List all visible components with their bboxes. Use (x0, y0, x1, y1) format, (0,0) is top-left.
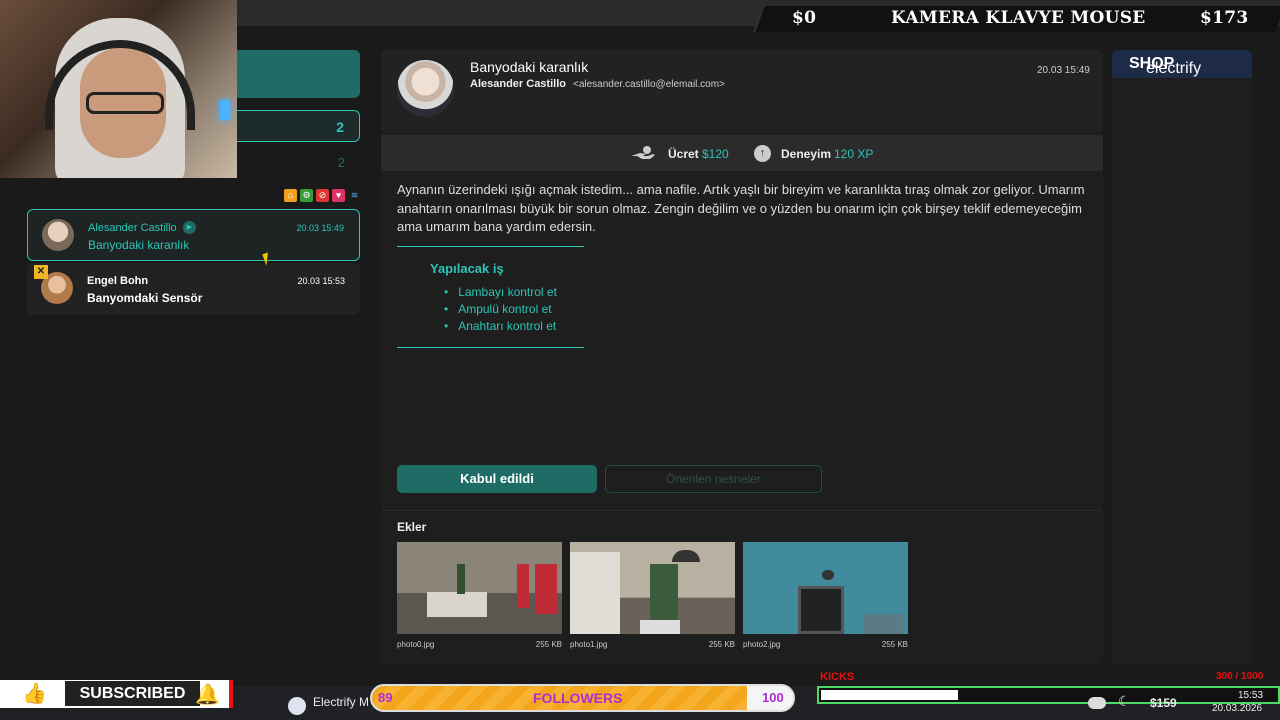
shop-logo[interactable]: electrify SHOP (1112, 50, 1252, 78)
todo-item: Ampulü kontrol et (444, 302, 557, 319)
divider (381, 510, 1103, 511)
moon-icon[interactable]: ☾ (1118, 693, 1131, 710)
fee-value: $120 (702, 147, 729, 161)
clock-date: 20.03.2026 (1212, 703, 1263, 714)
followers-label: FOLLOWERS (533, 690, 623, 706)
repair-flag-icon: ✕ (34, 265, 48, 279)
play-icon: ▶ (183, 221, 196, 234)
kicks-label: KICKS (820, 671, 855, 683)
clock-time: 15:53 (1238, 690, 1264, 701)
gear-icon: ⚙ (300, 189, 313, 202)
todo-item: Anahtarı kontrol et (444, 319, 557, 336)
mail-sender-address: <alesander.castillo@elemail.com> (573, 79, 725, 90)
inbox-secondary-card[interactable]: 2 (237, 147, 360, 177)
mail-item-subject: Banyomdaki Sensör (87, 291, 203, 305)
reward-bar (381, 135, 1103, 171)
mail-timestamp: 20.03 15:49 (1037, 65, 1090, 76)
fee-label: Ücret (668, 147, 699, 161)
secondary-count: 2 (337, 155, 345, 170)
unread-count: 2 (336, 119, 344, 135)
mail-list-item[interactable]: ✕ Engel Bohn Banyomdaki Sensör 20.03 15:… (27, 263, 360, 315)
attachment-size: 255 KB (881, 640, 908, 649)
thumbs-up-icon: 👍 (22, 683, 47, 705)
inbox-unread-card[interactable]: 2 (237, 110, 360, 142)
payment-hand-icon (631, 146, 655, 159)
mail-item-time: 20.03 15:49 (296, 223, 344, 233)
attachments-title: Ekler (397, 520, 427, 534)
home-icon: ⌂ (284, 189, 297, 202)
no-entry-icon: ⊘ (316, 189, 329, 202)
heart-icon: ♥ (332, 189, 345, 202)
toggle-icon[interactable] (1088, 697, 1106, 709)
kicks-count: 300 / 1000 (1216, 671, 1264, 682)
attachment-thumbnail[interactable] (743, 542, 908, 634)
taskbar-money: $159 (1150, 696, 1177, 710)
todo-divider-top (397, 246, 584, 247)
attachment-size: 255 KB (708, 640, 735, 649)
mail-item-sender: Engel Bohn (87, 275, 149, 287)
ticker-title: KAMERA KLAVYE MOUSE (891, 8, 1146, 28)
followers-current: 89 (378, 690, 393, 705)
accept-button[interactable]: Kabul edildi (397, 465, 597, 493)
ticker-right-amount: $173 (1200, 8, 1249, 28)
shop-logo-text: electrify (1146, 60, 1202, 77)
todo-item: Lambayı kontrol et (444, 285, 557, 302)
suggested-items-button[interactable]: Önerilen nesneler (605, 465, 822, 493)
attachment-thumbnail[interactable] (397, 542, 562, 634)
mail-item-sender: Alesander Castillo (88, 222, 177, 234)
attachment-name: photo1.jpg (570, 640, 608, 649)
mail-sender-name: Alesander Castillo (470, 78, 566, 90)
sender-avatar (397, 60, 454, 117)
inbox-tab-card[interactable] (237, 50, 360, 98)
xp-up-icon: ↑ (754, 145, 771, 162)
followers-goal: 100 (762, 690, 784, 705)
shop-panel (1112, 50, 1252, 664)
kicks-progress-fill (821, 690, 958, 700)
mail-item-subject: Banyodaki karanlık (88, 238, 190, 252)
status-icons: ⌂ ⚙ ⊘ ♥ ≋ (284, 189, 361, 203)
attachment-size: 255 KB (535, 640, 562, 649)
taskbar-app-label[interactable]: Electrify M (313, 695, 369, 709)
subscribed-label: SUBSCRIBED (65, 681, 200, 706)
attachment-name: photo0.jpg (397, 640, 435, 649)
todo-title: Yapılacak iş (430, 261, 504, 276)
todo-list: Lambayı kontrol et Ampulü kontrol et Ana… (444, 285, 557, 336)
avatar (42, 219, 74, 251)
mail-subject: Banyodaki karanlık (470, 59, 589, 75)
mail-list-item[interactable]: Alesander Castillo ▶ Banyodaki karanlık … (27, 209, 360, 261)
wifi-icon: ≋ (350, 190, 359, 200)
attachment-thumbnail[interactable] (570, 542, 735, 634)
attachment-name: photo2.jpg (743, 640, 781, 649)
todo-divider-bottom (397, 347, 584, 348)
ticker-left-amount: $0 (792, 8, 817, 28)
shop-bag-icon[interactable] (288, 697, 306, 715)
bell-icon: 🔔 (195, 684, 220, 706)
mail-body: Aynanın üzerindeki ışığı açmak istedim..… (397, 182, 1085, 234)
xp-value: 120 XP (834, 147, 874, 161)
mail-item-time: 20.03 15:53 (297, 276, 345, 286)
kicks-goal-bar (817, 686, 1280, 704)
xp-label: Deneyim (781, 147, 832, 161)
webcam-overlay (0, 0, 237, 178)
